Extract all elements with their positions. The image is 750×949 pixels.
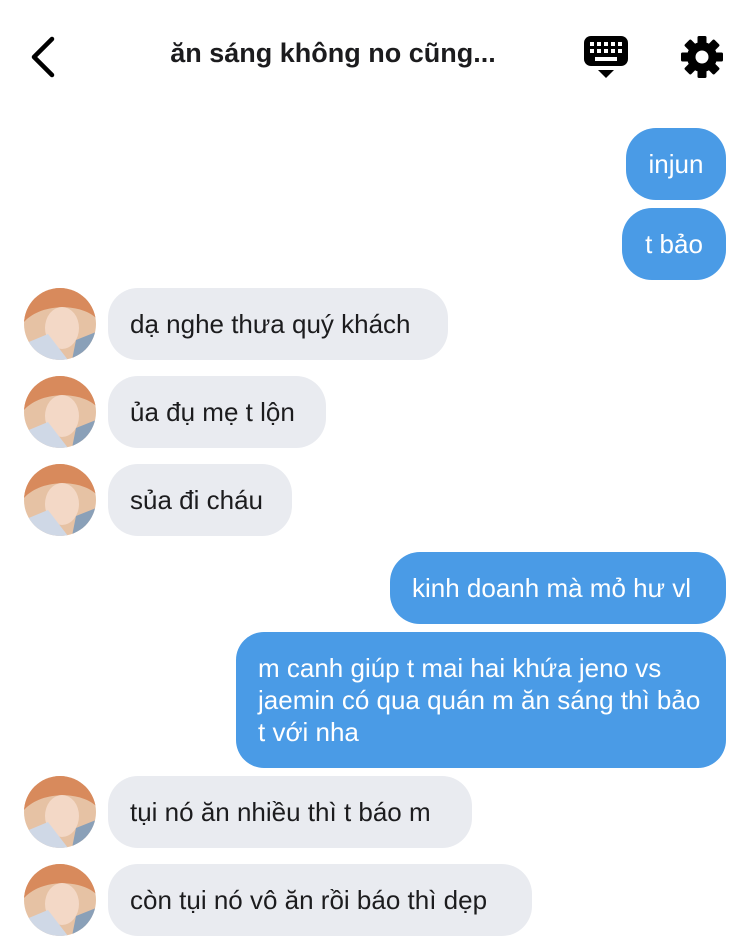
avatar-photo (24, 376, 96, 448)
message-bubble-incoming[interactable]: tụi nó ăn nhiều thì t báo m (108, 776, 472, 848)
chevron-left-icon (31, 36, 55, 78)
message-bubble-outgoing[interactable]: kinh doanh mà mỏ hư vl (390, 552, 726, 624)
keyboard-icon (584, 36, 628, 78)
chat-header: ăn sáng không no cũng... (0, 0, 750, 112)
avatar-photo (24, 776, 96, 848)
avatar-photo (24, 288, 96, 360)
message-bubble-incoming[interactable]: dạ nghe thưa quý khách (108, 288, 448, 360)
avatar[interactable] (24, 288, 96, 360)
message-bubble-outgoing[interactable]: m canh giúp t mai hai khứa jeno vs jaemi… (236, 632, 726, 768)
avatar-photo (24, 864, 96, 936)
message-bubble-incoming[interactable]: còn tụi nó vô ăn rồi báo thì dẹp (108, 864, 532, 936)
message-bubble-incoming[interactable]: ủa đụ mẹ t lộn (108, 376, 326, 448)
back-button[interactable] (22, 30, 70, 84)
message-bubble-outgoing[interactable]: injun (626, 128, 726, 200)
chat-title: ăn sáng không no cũng... (170, 38, 496, 68)
message-bubble-incoming[interactable]: sủa đi cháu (108, 464, 292, 536)
avatar-photo (24, 464, 96, 536)
gear-icon (681, 36, 723, 78)
avatar[interactable] (24, 376, 96, 448)
avatar[interactable] (24, 776, 96, 848)
avatar[interactable] (24, 464, 96, 536)
avatar[interactable] (24, 864, 96, 936)
message-bubble-outgoing[interactable]: t bảo (622, 208, 726, 280)
settings-button[interactable] (678, 33, 726, 81)
keyboard-button[interactable] (582, 34, 630, 80)
